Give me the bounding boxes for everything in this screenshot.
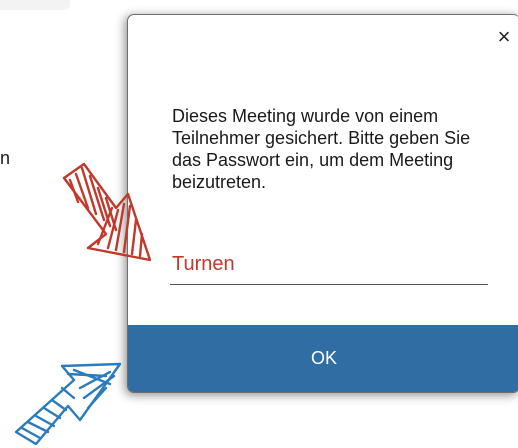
password-dialog: × Dieses Meeting wurde von einem Teilneh… <box>127 14 518 393</box>
background-ui-fragment <box>0 0 70 10</box>
dialog-message: Dieses Meeting wurde von einem Teilnehme… <box>172 106 471 192</box>
ok-button[interactable]: OK <box>128 325 518 392</box>
background-text-fragment: n <box>0 148 11 168</box>
password-field[interactable] <box>170 245 488 285</box>
blue-arrow-annotation <box>14 362 122 446</box>
close-icon[interactable]: × <box>492 24 516 49</box>
